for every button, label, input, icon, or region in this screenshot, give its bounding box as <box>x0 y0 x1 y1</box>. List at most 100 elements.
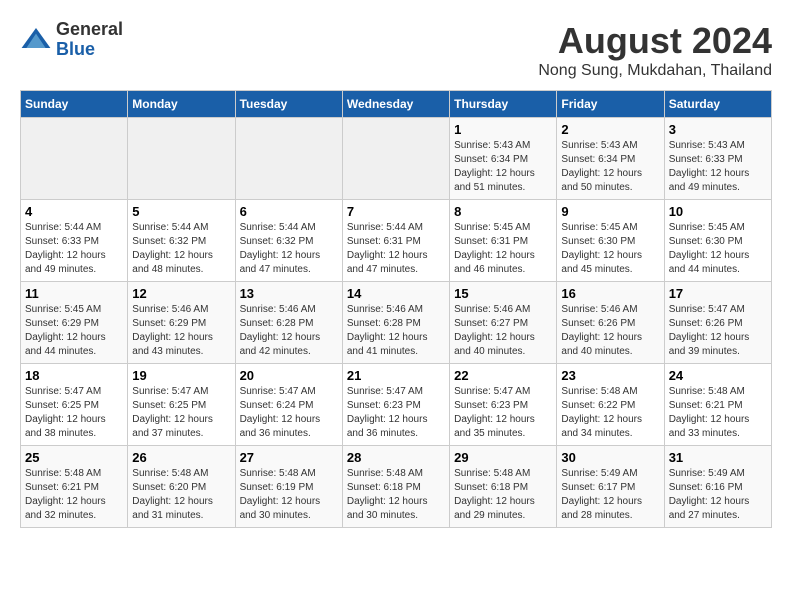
day-detail: Sunrise: 5:49 AM Sunset: 6:17 PM Dayligh… <box>561 467 659 523</box>
logo-text: General Blue <box>56 20 123 60</box>
day-number: 18 <box>25 368 123 383</box>
day-detail: Sunrise: 5:46 AM Sunset: 6:28 PM Dayligh… <box>347 303 445 359</box>
day-number: 30 <box>561 450 659 465</box>
page-header: General Blue August 2024 Nong Sung, Mukd… <box>20 20 772 80</box>
day-number: 6 <box>240 204 338 219</box>
day-detail: Sunrise: 5:48 AM Sunset: 6:22 PM Dayligh… <box>561 385 659 441</box>
day-number: 15 <box>454 286 552 301</box>
calendar-cell: 2 Sunrise: 5:43 AM Sunset: 6:34 PM Daylig… <box>557 118 664 200</box>
calendar-cell: 7 Sunrise: 5:44 AM Sunset: 6:31 PM Daylig… <box>342 200 449 282</box>
day-number: 17 <box>669 286 767 301</box>
calendar-cell: 13 Sunrise: 5:46 AM Sunset: 6:28 PM Dayli… <box>235 282 342 364</box>
day-number: 5 <box>132 204 230 219</box>
calendar-cell <box>342 118 449 200</box>
calendar-week: 4 Sunrise: 5:44 AM Sunset: 6:33 PM Daylig… <box>21 200 772 282</box>
day-number: 10 <box>669 204 767 219</box>
calendar-cell: 14Sunrise: 5:46 AM Sunset: 6:28 PM Dayli… <box>342 282 449 364</box>
calendar-cell: 19 Sunrise: 5:47 AM Sunset: 6:25 PM Dayli… <box>128 364 235 446</box>
calendar-cell: 9Sunrise: 5:45 AM Sunset: 6:30 PM Daylig… <box>557 200 664 282</box>
weekday-header: Wednesday <box>342 91 449 118</box>
calendar-cell: 6 Sunrise: 5:44 AM Sunset: 6:32 PM Daylig… <box>235 200 342 282</box>
logo-icon <box>20 24 52 56</box>
calendar-cell: 22 Sunrise: 5:47 AM Sunset: 6:23 PM Dayli… <box>450 364 557 446</box>
logo: General Blue <box>20 20 123 60</box>
calendar-cell: 24Sunrise: 5:48 AM Sunset: 6:21 PM Dayli… <box>664 364 771 446</box>
day-number: 2 <box>561 122 659 137</box>
day-detail: Sunrise: 5:46 AM Sunset: 6:26 PM Dayligh… <box>561 303 659 359</box>
day-detail: Sunrise: 5:44 AM Sunset: 6:33 PM Dayligh… <box>25 221 123 277</box>
day-number: 9 <box>561 204 659 219</box>
day-number: 12 <box>132 286 230 301</box>
calendar-cell: 28Sunrise: 5:48 AM Sunset: 6:18 PM Dayli… <box>342 446 449 528</box>
day-number: 27 <box>240 450 338 465</box>
calendar-cell <box>21 118 128 200</box>
day-detail: Sunrise: 5:43 AM Sunset: 6:33 PM Dayligh… <box>669 139 767 195</box>
day-detail: Sunrise: 5:46 AM Sunset: 6:27 PM Dayligh… <box>454 303 552 359</box>
day-detail: Sunrise: 5:46 AM Sunset: 6:29 PM Dayligh… <box>132 303 230 359</box>
day-number: 11 <box>25 286 123 301</box>
weekday-header: Sunday <box>21 91 128 118</box>
day-number: 22 <box>454 368 552 383</box>
day-detail: Sunrise: 5:45 AM Sunset: 6:29 PM Dayligh… <box>25 303 123 359</box>
calendar-subtitle: Nong Sung, Mukdahan, Thailand <box>538 62 772 80</box>
day-number: 20 <box>240 368 338 383</box>
calendar-body: 1 Sunrise: 5:43 AM Sunset: 6:34 PM Daylig… <box>21 118 772 528</box>
day-detail: Sunrise: 5:47 AM Sunset: 6:23 PM Dayligh… <box>454 385 552 441</box>
day-detail: Sunrise: 5:44 AM Sunset: 6:31 PM Dayligh… <box>347 221 445 277</box>
calendar-week: 11 Sunrise: 5:45 AM Sunset: 6:29 PM Dayli… <box>21 282 772 364</box>
calendar-cell: 17 Sunrise: 5:47 AM Sunset: 6:26 PM Dayli… <box>664 282 771 364</box>
day-number: 24 <box>669 368 767 383</box>
calendar-cell: 1 Sunrise: 5:43 AM Sunset: 6:34 PM Daylig… <box>450 118 557 200</box>
weekday-header: Monday <box>128 91 235 118</box>
day-detail: Sunrise: 5:49 AM Sunset: 6:16 PM Dayligh… <box>669 467 767 523</box>
day-detail: Sunrise: 5:47 AM Sunset: 6:23 PM Dayligh… <box>347 385 445 441</box>
day-detail: Sunrise: 5:45 AM Sunset: 6:31 PM Dayligh… <box>454 221 552 277</box>
day-number: 4 <box>25 204 123 219</box>
day-detail: Sunrise: 5:48 AM Sunset: 6:21 PM Dayligh… <box>25 467 123 523</box>
day-detail: Sunrise: 5:48 AM Sunset: 6:19 PM Dayligh… <box>240 467 338 523</box>
calendar-week: 18 Sunrise: 5:47 AM Sunset: 6:25 PM Dayli… <box>21 364 772 446</box>
calendar-cell: 15 Sunrise: 5:46 AM Sunset: 6:27 PM Dayli… <box>450 282 557 364</box>
day-detail: Sunrise: 5:47 AM Sunset: 6:25 PM Dayligh… <box>132 385 230 441</box>
calendar-week: 25 Sunrise: 5:48 AM Sunset: 6:21 PM Dayli… <box>21 446 772 528</box>
day-number: 13 <box>240 286 338 301</box>
day-detail: Sunrise: 5:47 AM Sunset: 6:26 PM Dayligh… <box>669 303 767 359</box>
calendar-cell: 20 Sunrise: 5:47 AM Sunset: 6:24 PM Dayli… <box>235 364 342 446</box>
day-number: 26 <box>132 450 230 465</box>
weekday-header: Thursday <box>450 91 557 118</box>
weekday-header: Saturday <box>664 91 771 118</box>
day-number: 19 <box>132 368 230 383</box>
day-detail: Sunrise: 5:48 AM Sunset: 6:18 PM Dayligh… <box>454 467 552 523</box>
calendar-title: August 2024 <box>538 20 772 62</box>
calendar-cell: 16 Sunrise: 5:46 AM Sunset: 6:26 PM Dayli… <box>557 282 664 364</box>
day-detail: Sunrise: 5:47 AM Sunset: 6:25 PM Dayligh… <box>25 385 123 441</box>
day-number: 28 <box>347 450 445 465</box>
day-detail: Sunrise: 5:44 AM Sunset: 6:32 PM Dayligh… <box>132 221 230 277</box>
day-number: 25 <box>25 450 123 465</box>
weekday-header: Friday <box>557 91 664 118</box>
calendar-cell: 4 Sunrise: 5:44 AM Sunset: 6:33 PM Daylig… <box>21 200 128 282</box>
day-number: 16 <box>561 286 659 301</box>
calendar-table: SundayMondayTuesdayWednesdayThursdayFrid… <box>20 90 772 528</box>
day-detail: Sunrise: 5:48 AM Sunset: 6:20 PM Dayligh… <box>132 467 230 523</box>
day-number: 29 <box>454 450 552 465</box>
logo-blue: Blue <box>56 40 123 60</box>
calendar-cell: 18 Sunrise: 5:47 AM Sunset: 6:25 PM Dayli… <box>21 364 128 446</box>
day-detail: Sunrise: 5:46 AM Sunset: 6:28 PM Dayligh… <box>240 303 338 359</box>
calendar-cell: 5 Sunrise: 5:44 AM Sunset: 6:32 PM Daylig… <box>128 200 235 282</box>
day-detail: Sunrise: 5:43 AM Sunset: 6:34 PM Dayligh… <box>561 139 659 195</box>
calendar-header: SundayMondayTuesdayWednesdayThursdayFrid… <box>21 91 772 118</box>
day-number: 1 <box>454 122 552 137</box>
calendar-cell: 11 Sunrise: 5:45 AM Sunset: 6:29 PM Dayli… <box>21 282 128 364</box>
day-number: 21 <box>347 368 445 383</box>
day-detail: Sunrise: 5:45 AM Sunset: 6:30 PM Dayligh… <box>669 221 767 277</box>
day-detail: Sunrise: 5:43 AM Sunset: 6:34 PM Dayligh… <box>454 139 552 195</box>
calendar-cell <box>128 118 235 200</box>
calendar-cell: 3Sunrise: 5:43 AM Sunset: 6:33 PM Daylig… <box>664 118 771 200</box>
day-number: 7 <box>347 204 445 219</box>
title-block: August 2024 Nong Sung, Mukdahan, Thailan… <box>538 20 772 80</box>
day-detail: Sunrise: 5:44 AM Sunset: 6:32 PM Dayligh… <box>240 221 338 277</box>
day-detail: Sunrise: 5:47 AM Sunset: 6:24 PM Dayligh… <box>240 385 338 441</box>
calendar-cell <box>235 118 342 200</box>
calendar-cell: 8Sunrise: 5:45 AM Sunset: 6:31 PM Daylig… <box>450 200 557 282</box>
